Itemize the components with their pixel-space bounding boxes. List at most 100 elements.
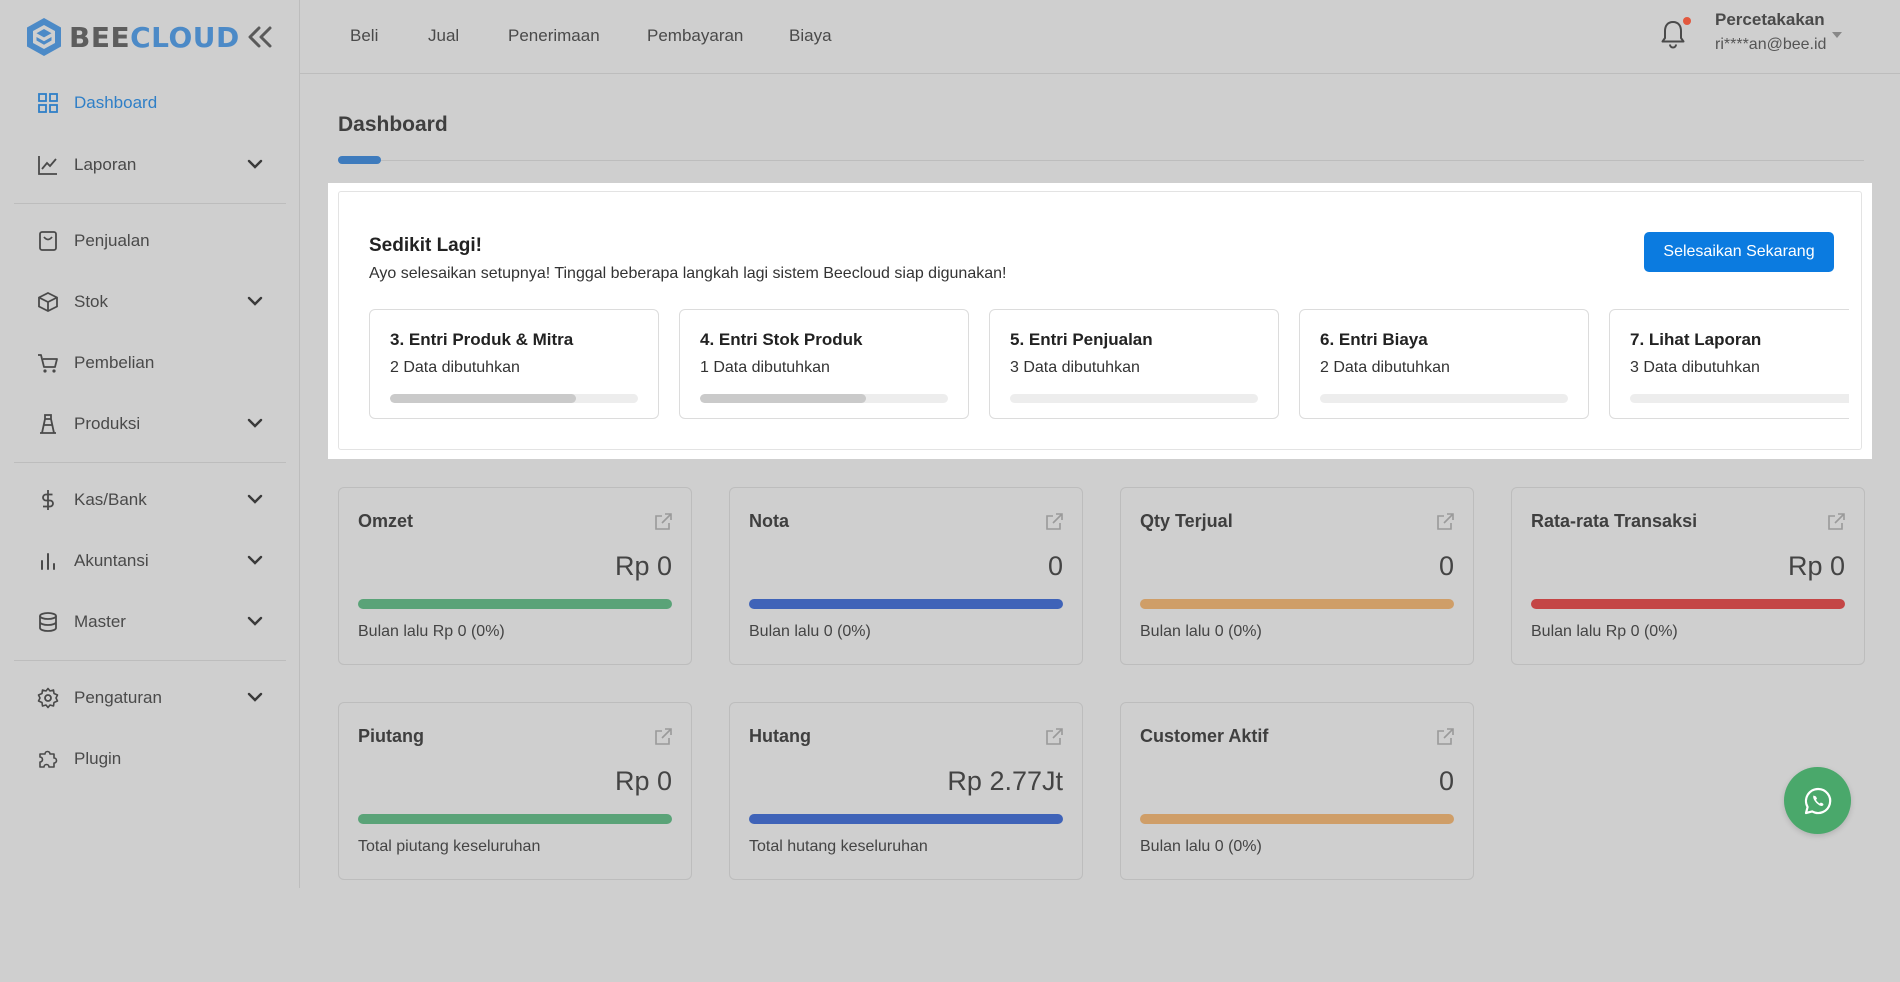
step-progress-track <box>1320 394 1568 403</box>
sidebar-item-produksi[interactable]: Produksi <box>0 400 300 448</box>
sidebar-item-label: Pembelian <box>74 353 155 372</box>
step-title: 6. Entri Biaya <box>1320 330 1428 349</box>
stat-title: Hutang <box>749 726 811 746</box>
sidebar: BEECLOUD Dashboard Laporan Penjualan Sto… <box>0 0 300 888</box>
external-link-icon[interactable] <box>653 512 673 532</box>
sidebar-item-label: Stok <box>74 292 109 311</box>
step-progress-track <box>700 394 948 403</box>
step-subtitle: 2 Data dibutuhkan <box>1320 359 1450 376</box>
stat-bar <box>1531 599 1845 609</box>
external-link-icon[interactable] <box>1435 727 1455 747</box>
setup-step-card[interactable]: 4. Entri Stok Produk 1 Data dibutuhkan <box>679 309 969 419</box>
finish-setup-button[interactable]: Selesaikan Sekarang <box>1644 232 1834 272</box>
chevron-down-icon <box>247 616 263 626</box>
sidebar-item-kas-bank[interactable]: Kas/Bank <box>0 476 300 524</box>
sidebar-item-label: Kas/Bank <box>74 490 147 509</box>
stat-value: 0 <box>1047 551 1063 581</box>
setup-step-card[interactable]: 3. Entri Produk & Mitra 2 Data dibutuhka… <box>369 309 659 419</box>
puzzle-icon <box>36 747 60 771</box>
setup-panel: Sedikit Lagi! Ayo selesaikan setupnya! T… <box>328 183 1872 459</box>
brand-logo[interactable]: BEECLOUD <box>25 17 240 57</box>
stat-card-rata-rata-transaksi: Rata-rata Transaksi Rp 0 Bulan lalu Rp 0… <box>1511 487 1865 665</box>
setup-card: Sedikit Lagi! Ayo selesaikan setupnya! T… <box>338 191 1862 450</box>
stat-footer: Bulan lalu 0 (0%) <box>1140 623 1262 640</box>
stat-footer: Total piutang keseluruhan <box>358 838 541 855</box>
setup-title: Sedikit Lagi! <box>369 235 482 256</box>
sidebar-item-label: Pengaturan <box>74 688 162 707</box>
step-subtitle: 3 Data dibutuhkan <box>1010 359 1140 376</box>
chevron-down-icon <box>247 418 263 428</box>
user-email: ri****an@bee.id <box>1715 36 1827 53</box>
collapse-sidebar-button[interactable] <box>246 24 274 50</box>
chevron-down-icon <box>247 296 263 306</box>
stat-footer: Bulan lalu 0 (0%) <box>1140 838 1262 855</box>
stat-bar <box>358 814 672 824</box>
chevron-down-icon <box>247 159 263 169</box>
step-subtitle: 1 Data dibutuhkan <box>700 359 830 376</box>
stat-title: Nota <box>749 511 789 531</box>
external-link-icon[interactable] <box>1044 512 1064 532</box>
sidebar-divider <box>14 203 286 204</box>
step-subtitle: 3 Data dibutuhkan <box>1630 359 1760 376</box>
stat-value: Rp 2.77Jt <box>947 766 1063 796</box>
step-title: 5. Entri Penjualan <box>1010 330 1153 349</box>
double-chevron-left-icon <box>248 26 272 48</box>
page-footer-area <box>0 888 1900 982</box>
setup-steps: 3. Entri Produk & Mitra 2 Data dibutuhka… <box>369 309 1849 421</box>
sidebar-item-pembelian[interactable]: Pembelian <box>0 339 300 387</box>
user-dropdown-caret-icon[interactable] <box>1832 32 1842 38</box>
chevron-down-icon <box>247 555 263 565</box>
whatsapp-chat-button[interactable] <box>1784 767 1851 834</box>
stat-bar <box>358 599 672 609</box>
sidebar-item-pengaturan[interactable]: Pengaturan <box>0 674 300 722</box>
step-subtitle: 2 Data dibutuhkan <box>390 359 520 376</box>
sidebar-item-penjualan[interactable]: Penjualan <box>0 217 300 265</box>
stat-card-omzet: Omzet Rp 0 Bulan lalu Rp 0 (0%) <box>338 487 692 665</box>
external-link-icon[interactable] <box>1435 512 1455 532</box>
sidebar-item-laporan[interactable]: Laporan <box>0 141 300 189</box>
stat-value: Rp 0 <box>614 766 672 796</box>
topnav-beli[interactable]: Beli <box>350 26 378 46</box>
step-progress-track <box>390 394 638 403</box>
external-link-icon[interactable] <box>1826 512 1846 532</box>
stat-bar <box>1140 599 1454 609</box>
stat-title: Omzet <box>358 511 414 531</box>
external-link-icon[interactable] <box>653 727 673 747</box>
stat-card-customer-aktif: Customer Aktif 0 Bulan lalu 0 (0%) <box>1120 702 1474 880</box>
setup-step-card[interactable]: 7. Lihat Laporan 3 Data dibutuhkan <box>1609 309 1849 419</box>
sidebar-divider <box>14 660 286 661</box>
receipt-icon <box>36 229 60 253</box>
sidebar-divider <box>14 462 286 463</box>
sidebar-item-label: Dashboard <box>74 93 158 112</box>
step-progress-fill <box>700 394 867 403</box>
sidebar-item-master[interactable]: Master <box>0 598 300 646</box>
database-icon <box>36 610 60 634</box>
sidebar-item-label: Produksi <box>74 414 141 433</box>
stat-bar <box>749 814 1063 824</box>
topnav-pembayaran[interactable]: Pembayaran <box>647 26 743 46</box>
sidebar-item-label: Akuntansi <box>74 551 149 570</box>
user-menu[interactable]: Percetakakan ri****an@bee.id <box>1715 10 1826 54</box>
sidebar-item-stok[interactable]: Stok <box>0 278 300 326</box>
notification-dot <box>1683 17 1691 25</box>
stat-value: 0 <box>1438 551 1454 581</box>
topnav-penerimaan[interactable]: Penerimaan <box>508 26 600 46</box>
sidebar-item-label: Master <box>74 612 126 631</box>
sidebar-item-dashboard[interactable]: Dashboard <box>0 79 300 127</box>
external-link-icon[interactable] <box>1044 727 1064 747</box>
stat-value: Rp 0 <box>614 551 672 581</box>
sidebar-item-plugin[interactable]: Plugin <box>0 735 300 783</box>
page-title: Dashboard <box>338 113 448 136</box>
setup-step-card[interactable]: 6. Entri Biaya 2 Data dibutuhkan <box>1299 309 1589 419</box>
sidebar-item-label: Laporan <box>74 155 137 174</box>
stat-card-hutang: Hutang Rp 2.77Jt Total hutang keseluruha… <box>729 702 1083 880</box>
sidebar-item-label: Plugin <box>74 749 122 768</box>
topnav-jual[interactable]: Jual <box>428 26 459 46</box>
brand-name: BEECLOUD <box>69 20 240 54</box>
topnav-biaya[interactable]: Biaya <box>789 26 832 46</box>
setup-step-card[interactable]: 5. Entri Penjualan 3 Data dibutuhkan <box>989 309 1279 419</box>
sidebar-item-akuntansi[interactable]: Akuntansi <box>0 537 300 585</box>
box-icon <box>36 290 60 314</box>
stat-bar <box>1140 814 1454 824</box>
whatsapp-icon <box>1804 787 1831 814</box>
